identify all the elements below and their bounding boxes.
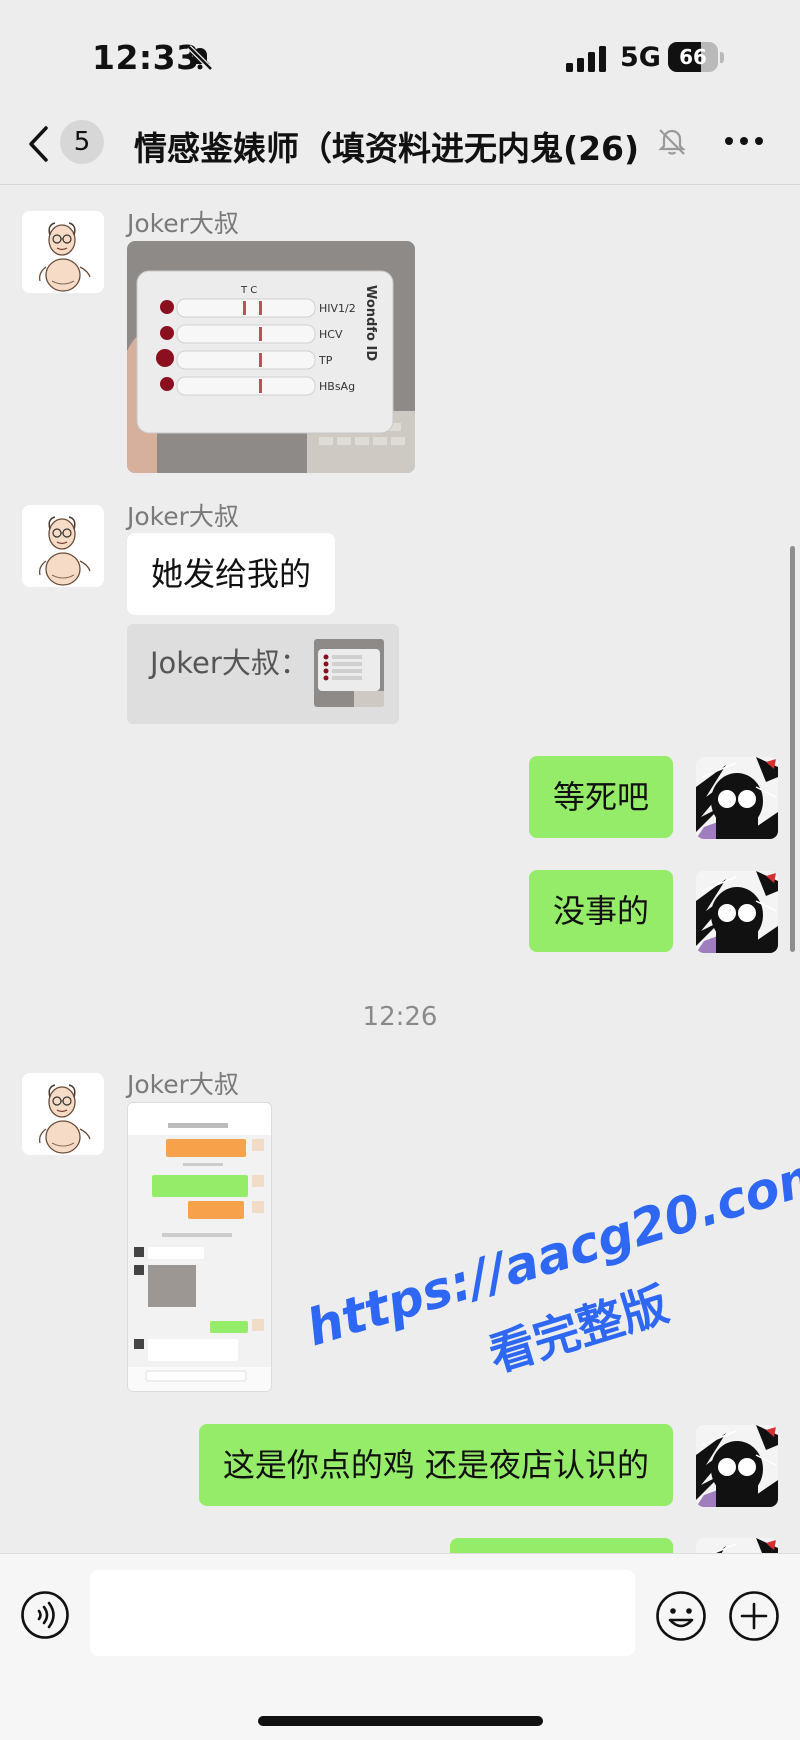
photo-brand: Wondfo ID: [363, 285, 378, 361]
group-name: 情感鉴婊师（填资料进无内鬼: [134, 129, 563, 168]
chat-title[interactable]: 情感鉴婊师（填资料进无内鬼(26): [134, 122, 654, 170]
avatar[interactable]: [696, 871, 778, 953]
message-input[interactable]: [90, 1570, 635, 1656]
photo-label: HBsAg: [319, 380, 355, 393]
avatar[interactable]: [22, 505, 104, 587]
message-bubble[interactable]: 等死吧: [528, 756, 673, 838]
photo-tc-label: T C: [240, 285, 257, 296]
message-bubble[interactable]: 没事的: [528, 870, 673, 952]
sender-name: Joker大叔: [127, 502, 239, 531]
image-message[interactable]: T C HIV1/2 HCV TP HBsAg Wondfo ID: [127, 241, 415, 473]
quote-label: Joker大叔：: [150, 646, 309, 680]
home-indicator[interactable]: [258, 1716, 543, 1726]
avatar[interactable]: [696, 757, 778, 839]
sender-name: Joker大叔: [127, 209, 239, 238]
cellular-signal-icon: [566, 46, 606, 72]
member-count: (26): [563, 129, 640, 168]
sender-name: Joker大叔: [127, 1070, 239, 1099]
message-bubble[interactable]: 这是你点的鸡 还是夜店认识的: [198, 1424, 673, 1506]
avatar[interactable]: [22, 211, 104, 293]
message-bubble[interactable]: 她发给我的: [127, 533, 336, 615]
message-timestamp: 12:26: [362, 1002, 438, 1032]
emoji-icon[interactable]: [655, 1590, 707, 1642]
status-time: 12:33: [92, 38, 200, 77]
avatar[interactable]: [22, 1073, 104, 1155]
voice-input-icon[interactable]: [20, 1590, 70, 1640]
battery-icon: 66: [668, 42, 724, 74]
plus-icon[interactable]: [728, 1590, 780, 1642]
back-arrow-icon[interactable]: [26, 124, 52, 164]
bell-off-icon: [187, 45, 213, 71]
unread-count-badge[interactable]: 5: [60, 120, 104, 164]
photo-label: HIV1/2: [319, 302, 356, 315]
watermark: https://aacg20.com 看完整版: [300, 1143, 800, 1392]
network-type: 5G: [620, 42, 661, 73]
battery-level: 66: [679, 45, 707, 69]
more-options-icon[interactable]: [722, 126, 766, 156]
avatar[interactable]: [696, 1425, 778, 1507]
quote-thumbnail[interactable]: [314, 639, 384, 707]
photo-label: HCV: [319, 328, 343, 341]
mute-bell-icon: [658, 129, 686, 155]
screenshot-message[interactable]: [127, 1102, 272, 1392]
avatar-partial: [696, 1538, 778, 1554]
photo-label: TP: [318, 354, 333, 367]
scrollbar[interactable]: [790, 546, 795, 952]
